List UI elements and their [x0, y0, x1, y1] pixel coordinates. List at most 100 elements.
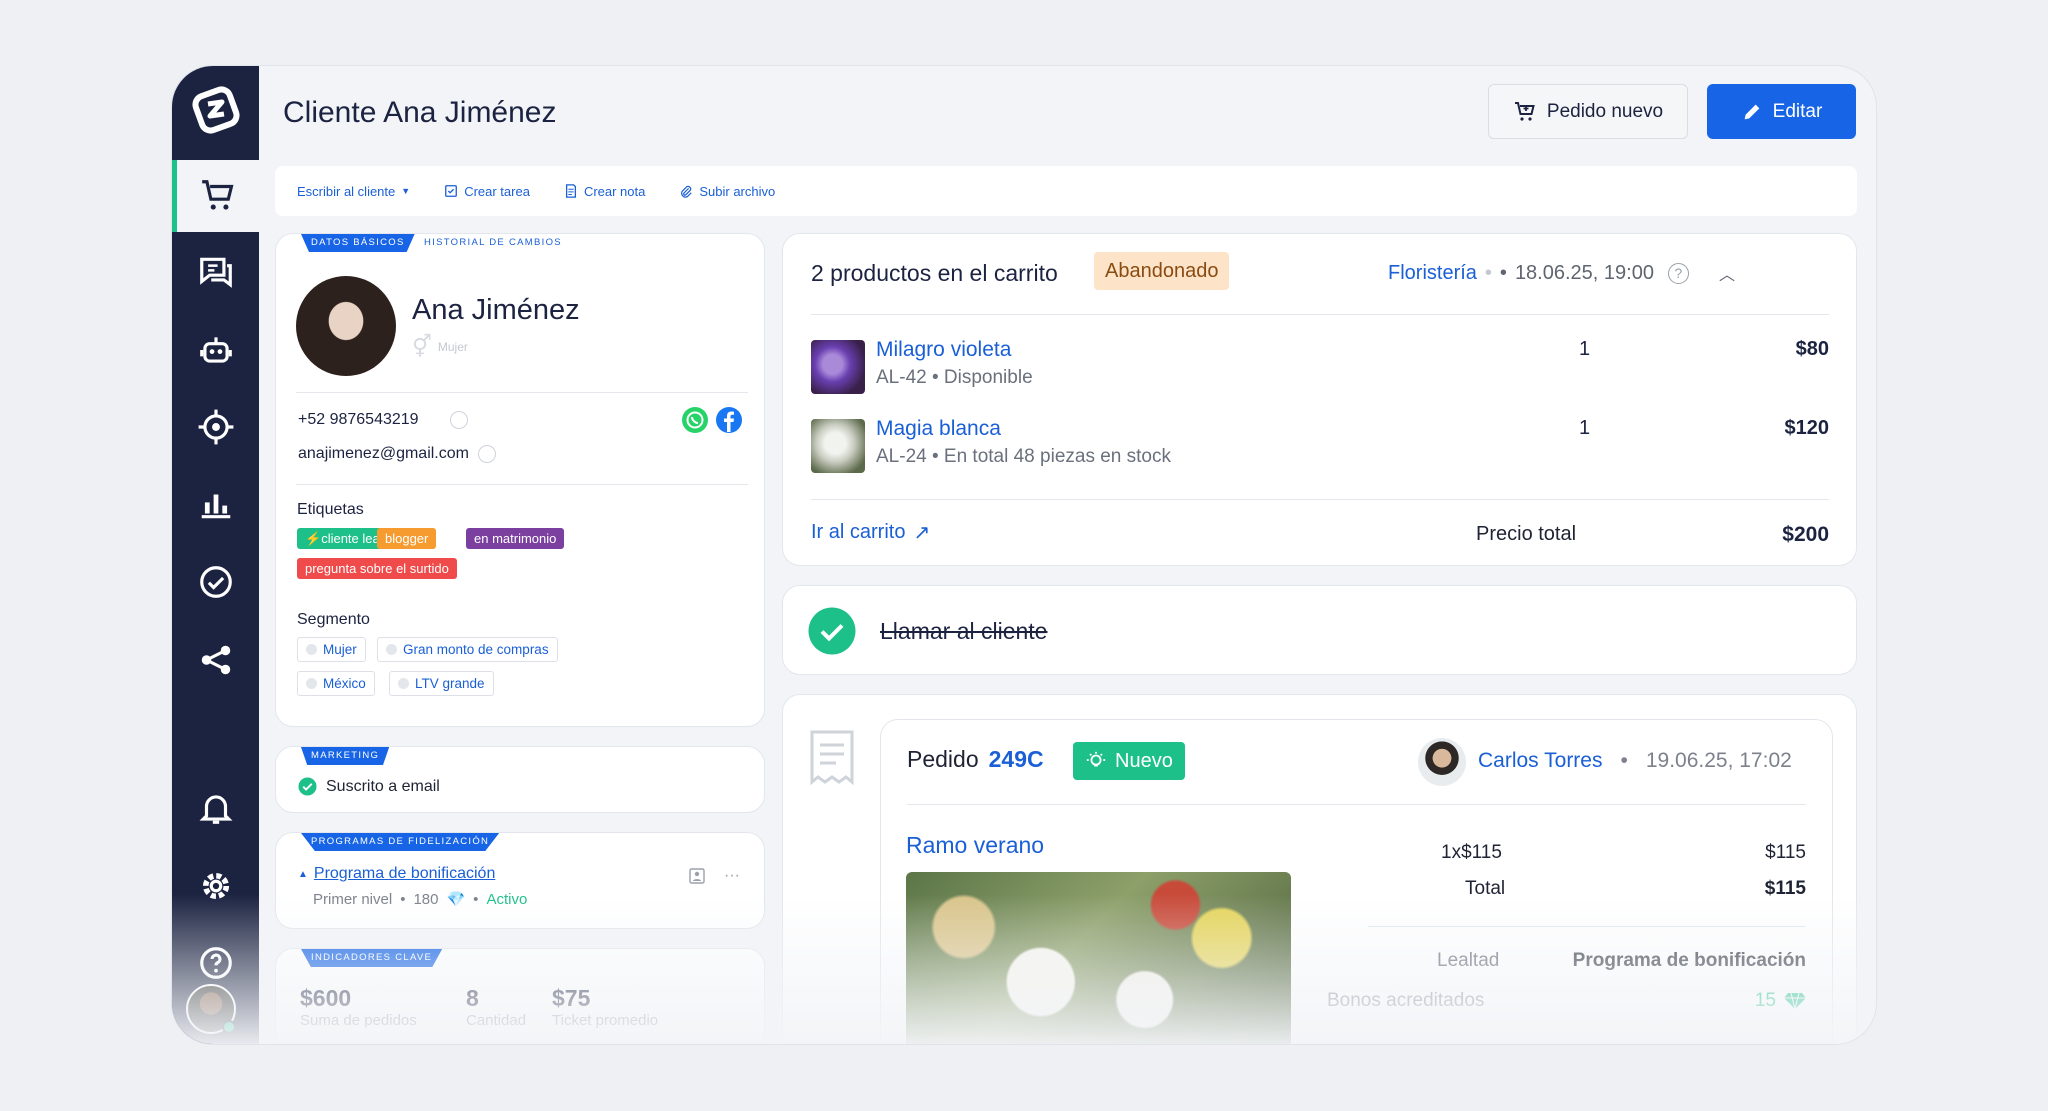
nav-tasks[interactable]	[172, 546, 259, 618]
kpi-value: $600	[300, 985, 352, 1011]
phone-value: +52 9876543219	[298, 411, 419, 429]
bonus-value-row: 15	[1755, 990, 1806, 1012]
tab-basic-data[interactable]: DATOS BÁSICOS	[301, 234, 415, 252]
tag-chip[interactable]: blogger	[377, 528, 437, 549]
product-name[interactable]: Magia blanca	[876, 417, 1001, 441]
order-total-label: Total	[1465, 878, 1506, 899]
kpi-label: Ticket promedio	[552, 1012, 659, 1029]
product-qty: 1	[1579, 338, 1591, 360]
tag-label: blogger	[385, 531, 429, 546]
divider	[1368, 926, 1806, 927]
nav-bots[interactable]	[172, 314, 259, 386]
question-icon[interactable]: ?	[1667, 262, 1689, 284]
loyalty-actions: ···	[688, 867, 740, 885]
create-note-button[interactable]: Crear nota	[564, 184, 645, 199]
tag-chip[interactable]: pregunta sobre el surtido	[297, 558, 457, 579]
write-client-label: Escribir al cliente	[297, 183, 396, 199]
collapse-chevron-icon[interactable]: ︿	[1719, 261, 1735, 285]
cart-date: 18.06.25, 19:00	[1514, 261, 1654, 284]
upload-file-button[interactable]: Subir archivo	[679, 184, 775, 199]
kpi-label: Cantidad	[466, 1012, 527, 1029]
cart-meta: Floristería • • 18.06.25, 19:00 ? ︿	[1388, 261, 1735, 285]
kpi-item: 8 Cantidad	[466, 985, 526, 1029]
manager-name[interactable]: Carlos Torres	[1478, 749, 1602, 773]
new-order-button[interactable]: Pedido nuevo	[1488, 84, 1688, 139]
cart-title: 2 productos en el carrito	[811, 260, 1058, 286]
manager-avatar	[1418, 738, 1466, 786]
loyalty-program[interactable]: ▲ Programa de bonificación	[298, 865, 495, 883]
marketing-tab: MARKETING	[301, 747, 390, 765]
segment-chip[interactable]: México	[297, 671, 375, 696]
edit-button[interactable]: Editar	[1707, 84, 1856, 139]
product-name[interactable]: Milagro violeta	[876, 338, 1011, 362]
order-product-name[interactable]: Ramo verano	[906, 832, 1044, 859]
app-logo[interactable]	[186, 80, 246, 140]
edit-label: Editar	[1772, 100, 1823, 122]
client-email[interactable]: anajimenez@gmail.com	[298, 445, 496, 463]
segment-chip[interactable]: Mujer	[297, 637, 366, 662]
nav-chats[interactable]	[172, 236, 259, 308]
segment-dot-icon	[306, 644, 317, 655]
create-task-button[interactable]: Crear tarea	[444, 184, 530, 199]
diamond-icon	[1784, 992, 1806, 1010]
divider	[811, 314, 1829, 315]
arrow-up-right-icon: ↗	[913, 522, 931, 544]
help-icon	[199, 947, 232, 979]
divider	[907, 804, 1806, 805]
write-client-dropdown[interactable]: Escribir al cliente ▼	[297, 184, 410, 199]
bonus-label: Bonos acreditados	[1327, 990, 1485, 1011]
go-to-cart-label: Ir al carrito	[811, 521, 906, 543]
target-icon	[198, 409, 233, 445]
nav-analytics[interactable]	[172, 468, 259, 540]
action-bar: Escribir al cliente ▼ Crear tarea Crear n…	[275, 166, 1857, 216]
bell-icon	[199, 795, 232, 824]
divider	[811, 499, 1829, 500]
bolt-icon: ⚡	[305, 531, 322, 546]
loyalty-card: PROGRAMAS DE FIDELIZACIÓN ▲ Programa de …	[275, 832, 765, 929]
card-icon[interactable]	[688, 867, 706, 885]
kpi-value: $75	[552, 985, 591, 1011]
go-to-cart-link[interactable]: Ir al carrito ↗	[811, 520, 930, 545]
product-thumbnail	[811, 340, 865, 394]
whatsapp-icon[interactable]	[681, 406, 709, 434]
store-name[interactable]: Floristería	[1388, 262, 1477, 285]
task-done-icon[interactable]	[808, 607, 856, 655]
nav-cart[interactable]	[172, 160, 259, 232]
loyalty-details: Primer nivel • 180 💎 • Activo	[313, 890, 528, 909]
more-icon[interactable]: ···	[724, 867, 740, 885]
kpi-item: $600 Suma de pedidos	[300, 985, 417, 1029]
segment-name: LTV grande	[415, 676, 485, 691]
segment-dot-icon	[306, 678, 317, 689]
client-info-card: DATOS BÁSICOS HISTORIAL DE CAMBIOS Ana J…	[275, 233, 765, 727]
nav-notifications[interactable]	[172, 772, 259, 844]
order-date: 19.06.25, 17:02	[1645, 749, 1792, 772]
nav-settings[interactable]	[172, 850, 259, 922]
divider	[296, 392, 748, 393]
tag-label: pregunta sobre el surtido	[305, 561, 449, 576]
order-card: Pedido 249C Nuevo Carlos Torres • 19.06.…	[782, 694, 1857, 1044]
user-avatar[interactable]	[186, 984, 236, 1034]
caret-up-icon: ▲	[298, 868, 308, 880]
nav-targeting[interactable]	[172, 391, 259, 463]
diamond-icon: 💎	[446, 891, 466, 908]
loyalty-tab: PROGRAMAS DE FIDELIZACIÓN	[301, 833, 500, 851]
segment-chip[interactable]: LTV grande	[389, 671, 494, 696]
order-line-total: $115	[1765, 842, 1806, 863]
facebook-icon[interactable]	[715, 406, 743, 434]
kpi-tab: INDICADORES CLAVE	[301, 949, 443, 967]
app-window: Cliente Ana Jiménez Pedido nuevo Editar …	[171, 65, 1877, 1045]
client-avatar	[296, 276, 396, 376]
order-status: Nuevo	[1115, 750, 1173, 772]
segment-chip[interactable]: Gran monto de compras	[377, 637, 558, 662]
client-phone[interactable]: +52 9876543219	[298, 411, 468, 429]
tag-label: cliente leal	[321, 531, 383, 546]
product-subtitle: AL-42 • Disponible	[876, 367, 1033, 388]
bonus-value: 15	[1754, 990, 1776, 1011]
segment-name: México	[323, 676, 366, 691]
nav-integrations[interactable]	[172, 624, 259, 696]
tag-chip[interactable]: en matrimonio	[466, 528, 565, 549]
order-heading[interactable]: Pedido 249C	[907, 746, 1044, 773]
segment-label: Segmento	[297, 611, 370, 628]
kpi-item: $75 Ticket promedio	[552, 985, 658, 1029]
tab-change-history[interactable]: HISTORIAL DE CAMBIOS	[424, 234, 562, 252]
